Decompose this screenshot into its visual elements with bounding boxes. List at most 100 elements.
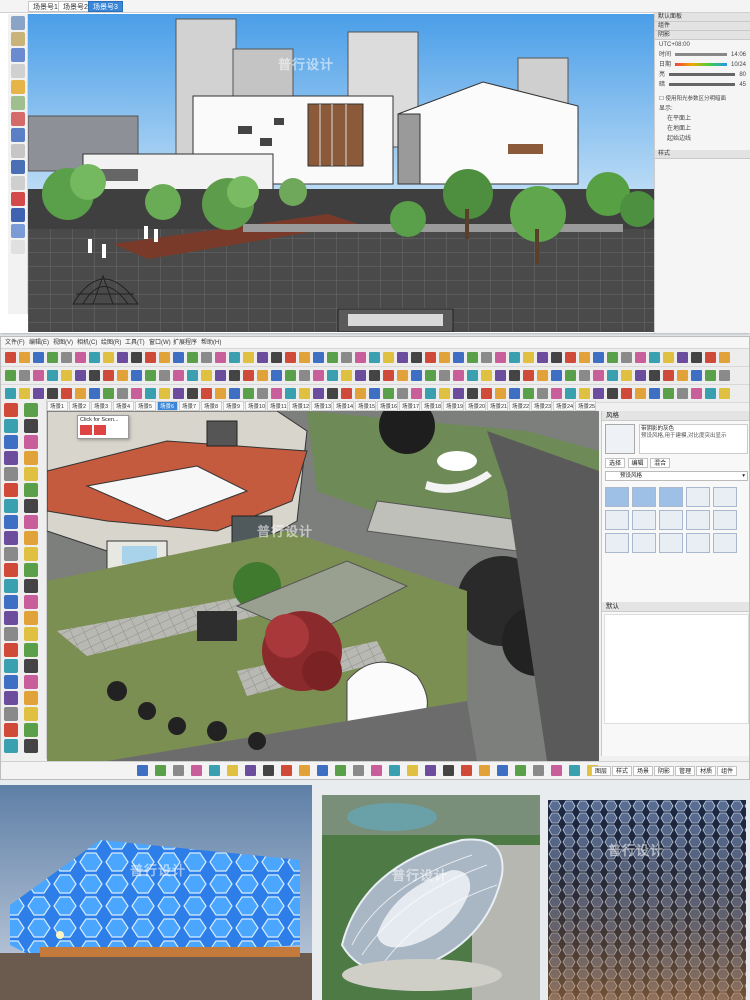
- toolbar-tool-icon[interactable]: [467, 388, 478, 399]
- utc-value[interactable]: UTC+08:00: [655, 40, 750, 50]
- palette-tool-icon[interactable]: [4, 675, 18, 689]
- time-slider[interactable]: [675, 53, 727, 56]
- toolbar-tool-icon[interactable]: [593, 388, 604, 399]
- palette-tool-icon[interactable]: [24, 419, 38, 433]
- option-on-ground[interactable]: 在地面上: [655, 124, 750, 134]
- status-tab-scenes[interactable]: 场景: [633, 766, 654, 776]
- scene-tab-15[interactable]: 场景15: [355, 401, 376, 411]
- toolbar-tool-icon[interactable]: [369, 352, 380, 363]
- palette-tool-icon[interactable]: [4, 531, 18, 545]
- toolbar-tool-icon[interactable]: [285, 370, 296, 381]
- palette-tool-icon[interactable]: [24, 499, 38, 513]
- palette-tool-icon[interactable]: [24, 611, 38, 625]
- popup-red-icon[interactable]: [80, 425, 92, 435]
- palette-tool-icon[interactable]: [24, 547, 38, 561]
- scene-tab-22[interactable]: 场景22: [509, 401, 530, 411]
- rectangle-tool-icon[interactable]: [11, 80, 25, 94]
- scene-tab-6[interactable]: 场景6: [157, 401, 178, 411]
- bottom-tool-icon[interactable]: [389, 765, 400, 776]
- toolbar-tool-icon[interactable]: [565, 352, 576, 363]
- popup-red-icon-2[interactable]: [94, 425, 106, 435]
- sun-shading-checkbox[interactable]: ☐ 使用阳光参数区分明暗面: [655, 94, 750, 104]
- palette-tool-icon[interactable]: [4, 611, 18, 625]
- style-thumbnail[interactable]: [632, 533, 656, 553]
- toolbar-tool-icon[interactable]: [397, 388, 408, 399]
- toolbar-tool-icon[interactable]: [565, 370, 576, 381]
- palette-tool-icon[interactable]: [24, 563, 38, 577]
- style-description[interactable]: 预设风格,用于建模,对比度突出显示: [641, 433, 746, 440]
- toolbar-tool-icon[interactable]: [243, 370, 254, 381]
- bottom-tool-icon[interactable]: [155, 765, 166, 776]
- toolbar-tool-icon[interactable]: [425, 370, 436, 381]
- toolbar-tool-icon[interactable]: [257, 388, 268, 399]
- toolbar-tool-icon[interactable]: [229, 352, 240, 363]
- toolbar-tool-icon[interactable]: [523, 352, 534, 363]
- scene-tab-3[interactable]: 场景号3: [88, 1, 123, 12]
- toolbar-tool-icon[interactable]: [215, 352, 226, 363]
- toolbar-tool-icon[interactable]: [341, 352, 352, 363]
- toolbar-tool-icon[interactable]: [551, 370, 562, 381]
- toolbar-tool-icon[interactable]: [495, 352, 506, 363]
- toolbar-tool-icon[interactable]: [425, 388, 436, 399]
- toolbar-tool-icon[interactable]: [285, 352, 296, 363]
- toolbar-tool-icon[interactable]: [509, 352, 520, 363]
- bottom-tool-icon[interactable]: [407, 765, 418, 776]
- toolbar-tool-icon[interactable]: [89, 370, 100, 381]
- palette-tool-icon[interactable]: [24, 723, 38, 737]
- tray-section-components[interactable]: 组件: [655, 22, 750, 31]
- toolbar-tool-icon[interactable]: [537, 370, 548, 381]
- toolbar-tool-icon[interactable]: [159, 388, 170, 399]
- bottom-tool-icon[interactable]: [443, 765, 454, 776]
- toolbar-tool-icon[interactable]: [103, 352, 114, 363]
- bottom-tool-icon[interactable]: [533, 765, 544, 776]
- toolbar-tool-icon[interactable]: [145, 352, 156, 363]
- toolbar-tool-icon[interactable]: [509, 388, 520, 399]
- bottom-tool-icon[interactable]: [209, 765, 220, 776]
- tab-edit[interactable]: 编辑: [627, 458, 648, 468]
- toolbar-tool-icon[interactable]: [103, 388, 114, 399]
- toolbar-tool-icon[interactable]: [187, 370, 198, 381]
- palette-tool-icon[interactable]: [24, 707, 38, 721]
- bottom-tool-icon[interactable]: [191, 765, 202, 776]
- toolbar-tool-icon[interactable]: [719, 388, 730, 399]
- toolbar-tool-icon[interactable]: [495, 388, 506, 399]
- status-tab-materials[interactable]: 材质: [696, 766, 717, 776]
- toolbar-tool-icon[interactable]: [61, 352, 72, 363]
- toolbar-tool-icon[interactable]: [173, 370, 184, 381]
- style-dropdown[interactable]: 预设风格 ▾: [605, 471, 748, 481]
- toolbar-tool-icon[interactable]: [257, 370, 268, 381]
- toolbar-tool-icon[interactable]: [355, 388, 366, 399]
- toolbar-tool-icon[interactable]: [61, 370, 72, 381]
- toolbar-tool-icon[interactable]: [677, 370, 688, 381]
- toolbar-tool-icon[interactable]: [383, 388, 394, 399]
- toolbar-tool-icon[interactable]: [607, 352, 618, 363]
- toolbar-tool-icon[interactable]: [47, 388, 58, 399]
- toolbar-tool-icon[interactable]: [635, 352, 646, 363]
- palette-tool-icon[interactable]: [4, 419, 18, 433]
- toolbar-tool-icon[interactable]: [89, 352, 100, 363]
- toolbar-tool-icon[interactable]: [439, 388, 450, 399]
- status-tab-shadows[interactable]: 阴影: [654, 766, 675, 776]
- toolbar-tool-icon[interactable]: [327, 370, 338, 381]
- date-value[interactable]: 10/24: [731, 60, 746, 70]
- style-thumbnail[interactable]: [686, 487, 710, 507]
- bottom-tool-icon[interactable]: [227, 765, 238, 776]
- toolbar-tool-icon[interactable]: [719, 370, 730, 381]
- date-slider[interactable]: [675, 63, 727, 66]
- toolbar-tool-icon[interactable]: [579, 370, 590, 381]
- toolbar-tool-icon[interactable]: [691, 352, 702, 363]
- toolbar-tool-icon[interactable]: [411, 388, 422, 399]
- toolbar-tool-icon[interactable]: [5, 388, 16, 399]
- toolbar-tool-icon[interactable]: [467, 370, 478, 381]
- toolbar-tool-icon[interactable]: [75, 370, 86, 381]
- toolbar-tool-icon[interactable]: [257, 352, 268, 363]
- scene-popup[interactable]: Click for Scen...: [77, 415, 129, 439]
- toolbar-tool-icon[interactable]: [75, 352, 86, 363]
- palette-tool-icon[interactable]: [4, 723, 18, 737]
- paint-tool-icon[interactable]: [11, 48, 25, 62]
- scene-tab-1[interactable]: 场景1: [47, 401, 68, 411]
- status-tab-styles[interactable]: 样式: [612, 766, 633, 776]
- toolbar-tool-icon[interactable]: [341, 370, 352, 381]
- style-thumbnail[interactable]: [713, 510, 737, 530]
- palette-tool-icon[interactable]: [4, 547, 18, 561]
